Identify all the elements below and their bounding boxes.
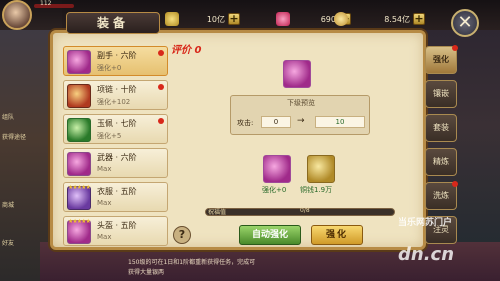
bless-count: 0/8 <box>300 207 310 214</box>
tab-label: 精炼 <box>433 157 449 166</box>
tab-label: 套装 <box>433 123 449 132</box>
item-name: 衣服 · 五阶 <box>97 187 137 196</box>
item-name: 玉佩 · 七阶 <box>97 119 137 128</box>
close-icon[interactable]: ✕ <box>451 9 479 37</box>
notification-dot <box>158 84 164 90</box>
equipment-item[interactable]: 副手 · 六阶 强化+0 <box>63 46 168 76</box>
item-status: Max <box>97 233 112 241</box>
arrow-right-icon: → <box>297 116 305 126</box>
bless-label: 祝福值 <box>208 209 227 216</box>
equipment-list: 副手 · 六阶 强化+0 项链 · 十阶 强化+102 玉佩 · 七阶 强化+5… <box>63 40 168 246</box>
item-status: 强化+102 <box>97 98 131 106</box>
gem-value: 690 <box>320 14 336 24</box>
item-name: 项链 · 十阶 <box>97 85 137 94</box>
coin-value: 8.54亿 <box>384 14 410 24</box>
resource-coin: 8.54亿 + <box>334 11 425 27</box>
side-menu-shop[interactable]: 商城 <box>2 200 14 209</box>
equipment-item[interactable]: ★★★★★ 头盔 · 五阶 Max <box>63 216 168 246</box>
score-label: 评价 0 <box>171 45 202 56</box>
preview-title: 下级预览 <box>287 99 315 107</box>
equipment-item[interactable]: ★★★★★ 衣服 · 五阶 Max <box>63 182 168 212</box>
equipment-icon[interactable] <box>263 155 291 183</box>
tab-refine[interactable]: 精炼 <box>425 148 457 176</box>
tab-label: 强化 <box>433 55 449 64</box>
gem-icon <box>276 12 290 26</box>
watermark-logo: dn.cn <box>398 244 455 265</box>
tab-label: 洗炼 <box>433 191 449 200</box>
target-equipment-icon[interactable] <box>283 60 311 88</box>
item-status: 强化+0 <box>97 64 122 72</box>
ingot-icon <box>165 12 179 26</box>
notification-dot <box>158 50 164 56</box>
tab-enhance[interactable]: 强化 <box>425 45 458 74</box>
ingot-value: 10亿 <box>206 14 225 24</box>
equipment-item[interactable]: 项链 · 十阶 强化+102 <box>63 80 168 110</box>
next-level-preview: 下级预览 攻击: 0 → 10 <box>230 95 370 135</box>
player-avatar[interactable] <box>2 0 32 30</box>
item-status: Max <box>97 199 112 207</box>
item-name: 副手 · 六阶 <box>97 51 137 60</box>
offhand-icon <box>67 50 91 74</box>
jade-pendant-icon <box>67 118 91 142</box>
attack-current: 0 <box>261 116 291 128</box>
notification-dot <box>452 45 458 51</box>
help-button[interactable]: ? <box>173 226 191 244</box>
tab-inlay[interactable]: 镶嵌 <box>425 80 457 108</box>
level-text: 112 <box>40 0 52 7</box>
notification-dot <box>158 118 164 124</box>
tab-reforge[interactable]: 洗炼 <box>425 181 458 210</box>
star-rating: ★★★★★ <box>68 184 91 191</box>
side-menu-friends[interactable]: 好友 <box>2 238 14 247</box>
equipment-item[interactable]: 武器 · 六阶 Max <box>63 148 168 178</box>
panel-title: 装备 <box>66 12 160 34</box>
side-menu-source[interactable]: 获得途径 <box>2 132 26 141</box>
attack-row: 攻击: 0 → 10 <box>237 116 367 130</box>
auto-enhance-button[interactable]: 自动强化 <box>239 225 301 245</box>
watermark-text: 当乐网苏门户 <box>398 218 453 228</box>
add-ingot-button[interactable]: + <box>228 13 240 25</box>
enhance-button[interactable]: 强化 <box>311 225 363 245</box>
material-label: 铜钱1.9万 <box>300 186 333 194</box>
chat-line: 获得大量银两 <box>128 269 165 276</box>
tab-label: 镶嵌 <box>433 89 449 98</box>
attack-next: 10 <box>315 116 365 128</box>
chat-line: 150级的可在1日和1阶都重新获得任务，完成可 <box>128 259 256 266</box>
notification-dot <box>452 181 458 187</box>
necklace-icon <box>67 84 91 108</box>
tab-set[interactable]: 套装 <box>425 114 457 142</box>
copper-coin-icon[interactable] <box>307 155 335 183</box>
side-menu-team[interactable]: 组队 <box>2 112 14 121</box>
item-status: Max <box>97 165 112 173</box>
coin-icon <box>334 12 348 26</box>
add-coin-button[interactable]: + <box>413 13 425 25</box>
material-label: 强化+0 <box>262 186 287 194</box>
attack-label: 攻击: <box>237 119 254 127</box>
item-status: 强化+5 <box>97 132 122 140</box>
star-rating: ★★★★★ <box>68 218 91 225</box>
weapon-icon <box>67 152 91 176</box>
resource-ingot: 10亿 + <box>165 11 240 27</box>
item-name: 头盔 · 五阶 <box>97 221 137 230</box>
item-name: 武器 · 六阶 <box>97 153 137 162</box>
equipment-item[interactable]: 玉佩 · 七阶 强化+5 <box>63 114 168 144</box>
